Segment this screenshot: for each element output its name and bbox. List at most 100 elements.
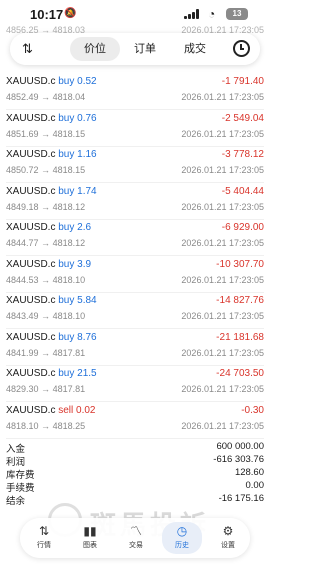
trade-symbol: XAUUSD.c	[6, 185, 56, 197]
trade-side: buy 8.76	[58, 331, 97, 343]
trade-profit: -24 703.50	[216, 368, 264, 379]
trade-title: XAUUSD.c sell 0.02	[6, 405, 96, 416]
trade-time: 2026.01.21 17:23:05	[181, 274, 264, 285]
trade-side: sell 0.02	[58, 404, 96, 416]
tab-deals[interactable]: 成交	[170, 37, 220, 61]
trade-time: 2026.01.21 17:23:05	[181, 201, 264, 212]
history-icon: ◷	[176, 524, 188, 538]
battery-icon: 13	[226, 8, 248, 20]
trade-symbol: XAUUSD.c	[6, 222, 56, 233]
nav-label: 行情	[37, 542, 51, 549]
summary-value: 600 000.00	[216, 441, 264, 452]
summary-row: 库存费 128.60	[6, 467, 264, 481]
nav-history[interactable]: ◷ 历史	[162, 522, 202, 554]
trade-prices: 4844.77 → 4818.12	[6, 238, 86, 248]
trade-row[interactable]: XAUUSD.c buy 1.16 -3 778.12 4850.72 → 4818…	[6, 145, 264, 183]
trade-row[interactable]: XAUUSD.c buy 5.84 -14 827.76 4843.49 → 481…	[6, 291, 264, 329]
settings-icon: ⚙	[222, 524, 234, 538]
trade-row[interactable]: XAUUSD.c buy 1.74 -5 404.44 4849.18 → 4818…	[6, 182, 264, 220]
signal-icon	[184, 9, 201, 19]
sort-icon[interactable]: ⇅	[22, 41, 33, 57]
trade-prices: 4829.30 → 4817.81	[6, 384, 86, 394]
trade-profit: -14 827.76	[216, 295, 264, 306]
account-summary: 入金 600 000.00 利润 -616 303.76 库存费 128.60 手续费 0.0…	[6, 441, 265, 507]
summary-label: 库存费	[6, 470, 35, 481]
trade-row[interactable]: XAUUSD.c buy 0.52 -1 791.40 4852.49 → 4818…	[6, 72, 264, 110]
trade-prices: 4851.69 → 4818.15	[6, 128, 86, 139]
tab-positions[interactable]: 价位	[70, 37, 120, 61]
summary-label: 结余	[6, 496, 26, 507]
chart-icon: ▮▮	[83, 524, 97, 538]
trade-row[interactable]: XAUUSD.c buy 0.76 -2 549.04 4851.69 → 4818…	[6, 109, 264, 147]
summary-label: 入金	[6, 444, 26, 455]
clock-icon[interactable]	[233, 40, 250, 57]
trade-time: 2026.01.21 17:23:05	[181, 92, 264, 102]
nav-label: 历史	[175, 542, 189, 549]
trade-profit: -0.30	[241, 404, 264, 416]
wifi-icon: ◔	[208, 7, 216, 21]
trade-symbol: XAUUSD.c	[6, 258, 56, 270]
trade-symbol: XAUUSD.c	[6, 295, 56, 306]
trade-time: 2026.01.21 17:23:05	[181, 238, 264, 248]
trade-prices: 4844.53 → 4818.10	[6, 274, 86, 285]
trade-title: XAUUSD.c buy 3.9	[6, 259, 91, 270]
nav-trade[interactable]: 〽交易	[116, 522, 156, 550]
summary-value: 0.00	[245, 480, 265, 491]
trade-side: buy 1.16	[58, 149, 97, 160]
summary-row: 利润 -616 303.76	[6, 454, 264, 468]
trade-title: XAUUSD.c buy 8.76	[6, 332, 97, 343]
trade-row[interactable]: XAUUSD.c buy 2.6 -6 929.00 4844.77 → 4818.…	[6, 218, 264, 256]
trade-prices: 4852.49 → 4818.04	[6, 92, 86, 102]
nav-chart[interactable]: ▮▮ 图表	[70, 522, 110, 550]
summary-value: -616 303.76	[213, 454, 264, 465]
trade-profit: -1 791.40	[221, 76, 264, 87]
trade-profit: -21 181.68	[216, 331, 264, 343]
nav-quotes[interactable]: ⇅ 行情	[24, 522, 64, 550]
nav-settings[interactable]: ⚙ 设置	[208, 522, 248, 550]
trade-row[interactable]: XAUUSD.c buy 21.5 -24 703.50 4829.30 → 481…	[6, 364, 264, 402]
trade-prices: 4843.49 → 4818.10	[6, 311, 86, 321]
trade-time: 2026.01.21 17:23:05	[181, 384, 264, 394]
summary-label: 利润	[6, 457, 26, 468]
trade-row[interactable]: XAUUSD.c sell 0.02 -0.30 4818.10 → 4818.25…	[6, 401, 264, 439]
segment-control: 价位 订单 成交	[70, 37, 220, 61]
top-toolbar: ⇅ 价位 订单 成交	[10, 33, 260, 65]
trade-row[interactable]: XAUUSD.c buy 8.76 -21 181.68 4841.99 → 481…	[6, 328, 264, 366]
summary-row: 手续费 0.00	[6, 480, 265, 494]
trade-time: 2026.01.21 17:23:05	[181, 128, 264, 139]
summary-value: -16 175.16	[218, 493, 264, 504]
trade-profit: -10 307.70	[216, 258, 264, 270]
trade-side: buy 1.74	[58, 185, 97, 197]
summary-row: 入金 600 000.00	[6, 441, 264, 455]
trade-title: XAUUSD.c buy 5.84	[6, 295, 97, 306]
nav-label: 交易	[129, 542, 143, 549]
tab-orders[interactable]: 订单	[120, 37, 170, 61]
quotes-icon: ⇅	[38, 524, 50, 538]
trade-side: buy 2.6	[58, 222, 92, 233]
clock-time: 10:17	[30, 7, 64, 22]
trade-prices: 4841.99 → 4817.81	[6, 347, 86, 358]
trade-title: XAUUSD.c buy 2.6	[6, 222, 91, 233]
trade-time: 2026.01.21 17:23:05	[181, 165, 264, 175]
trade-side: buy 0.76	[58, 112, 97, 124]
trade-profit: -2 549.04	[221, 112, 264, 124]
trade-row[interactable]: XAUUSD.c buy 3.9 -10 307.70 4844.53 → 4818…	[6, 255, 264, 293]
trade-title: XAUUSD.c buy 0.52	[6, 76, 97, 87]
trade-title: XAUUSD.c buy 21.5	[6, 368, 97, 379]
trade-title: XAUUSD.c buy 0.76	[6, 113, 97, 124]
trade-symbol: XAUUSD.c	[6, 331, 56, 343]
trade-symbol: XAUUSD.c	[6, 112, 56, 124]
trade-side: buy 3.9	[58, 258, 92, 270]
trade-prices: 4850.72 → 4818.15	[6, 165, 86, 175]
trade-time: 2026.01.21 17:23:05	[181, 420, 264, 431]
trade-prices: 4818.10 → 4818.25	[6, 420, 86, 431]
trade-profit: -5 404.44	[221, 185, 264, 197]
trade-side: buy 21.5	[58, 368, 97, 379]
summary-label: 手续费	[6, 483, 35, 494]
trade-time: 2026.01.21 17:23:05	[181, 311, 264, 321]
trade-symbol: XAUUSD.c	[6, 368, 56, 379]
trade-title: XAUUSD.c buy 1.74	[6, 186, 97, 197]
summary-value: 128.60	[234, 467, 264, 478]
trade-profit: -6 929.00	[221, 222, 264, 233]
trade-side: buy 0.52	[58, 76, 97, 87]
